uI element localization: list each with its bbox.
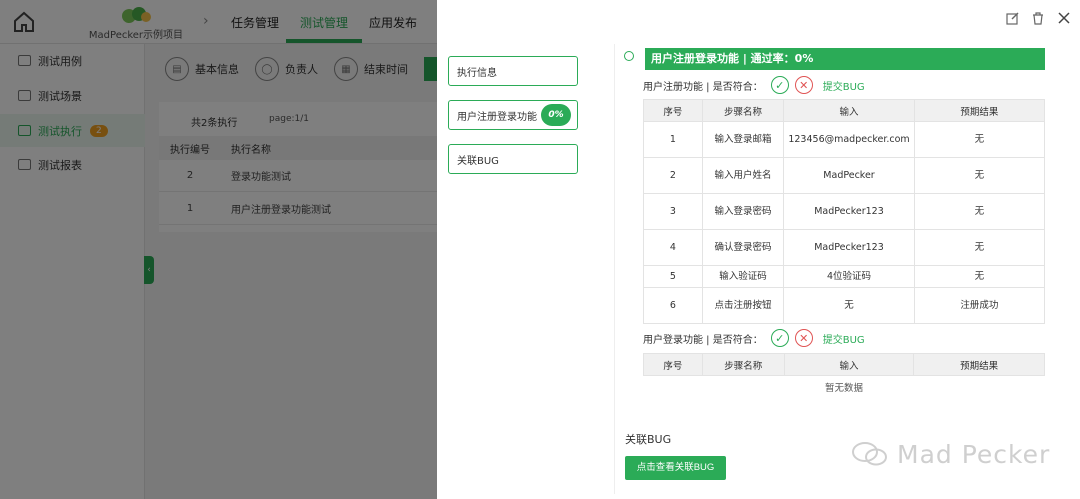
table-row: 6 点击注册按钮 无 注册成功 (643, 287, 1046, 324)
table-row: 1 输入登录邮箱 123456@madpecker.com 无 (643, 121, 1046, 158)
delete-icon[interactable] (1030, 10, 1046, 26)
submit-bug-link[interactable]: 提交BUG (823, 78, 865, 93)
function-detail-panel: 用户注册登录功能 | 通过率：0% 用户注册功能 | 是否符合： ✓ ✕ 提交B… (614, 44, 1054, 494)
pass-rate-badge: 0% (541, 104, 571, 126)
view-related-bug-button[interactable]: 点击查看关联BUG (625, 456, 726, 480)
check-icon[interactable]: ✓ (770, 329, 789, 347)
submit-bug-link[interactable]: 提交BUG (823, 331, 865, 346)
table-header: 序号 步骤名称 输入 预期结果 (643, 353, 1045, 376)
table-row: 2 输入用户姓名 MadPecker 无 (643, 157, 1046, 194)
wechat-icon (852, 442, 887, 466)
drawer-toolbar (1004, 10, 1080, 32)
section-title: 用户注册登录功能 | 通过率：0% (645, 48, 1045, 70)
watermark: Mad Pecker (851, 438, 1050, 470)
steps-table: 序号 步骤名称 输入 预期结果 1 输入登录邮箱 123456@madpecke… (643, 99, 1046, 324)
related-bug-heading: 关联BUG (625, 433, 672, 446)
table-row: 4 确认登录密码 MadPecker123 无 (643, 229, 1046, 266)
x-icon[interactable]: ✕ (794, 76, 813, 94)
edit-icon[interactable] (1004, 10, 1020, 26)
table-row: 5 输入验证码 4位验证码 无 (643, 265, 1046, 288)
check-icon[interactable]: ✓ (770, 76, 789, 94)
function-progress-button[interactable]: 用户注册登录功能 0% (448, 100, 578, 130)
x-icon[interactable]: ✕ (794, 329, 813, 347)
table-header: 序号 步骤名称 输入 预期结果 (643, 99, 1046, 122)
steps-table: 序号 步骤名称 输入 预期结果 暂无数据 (643, 353, 1045, 402)
close-icon[interactable] (1056, 10, 1072, 26)
exec-info-button[interactable]: 执行信息 (448, 56, 578, 86)
empty-row: 暂无数据 (644, 376, 1045, 402)
empty-state: 暂无数据 (824, 382, 863, 394)
table-row: 3 输入登录密码 MadPecker123 无 (643, 193, 1046, 230)
related-bug-button[interactable]: 关联BUG (448, 144, 578, 174)
function-block-header: 用户登录功能 | 是否符合： ✓ ✕ 提交BUG (643, 328, 865, 348)
execution-detail-drawer: 执行信息 用户注册登录功能 0% 关联BUG 用户注册登录功能 | 通过率：0%… (437, 0, 1080, 499)
select-radio[interactable] (624, 51, 634, 61)
function-block-header: 用户注册功能 | 是否符合： ✓ ✕ 提交BUG (643, 75, 865, 95)
